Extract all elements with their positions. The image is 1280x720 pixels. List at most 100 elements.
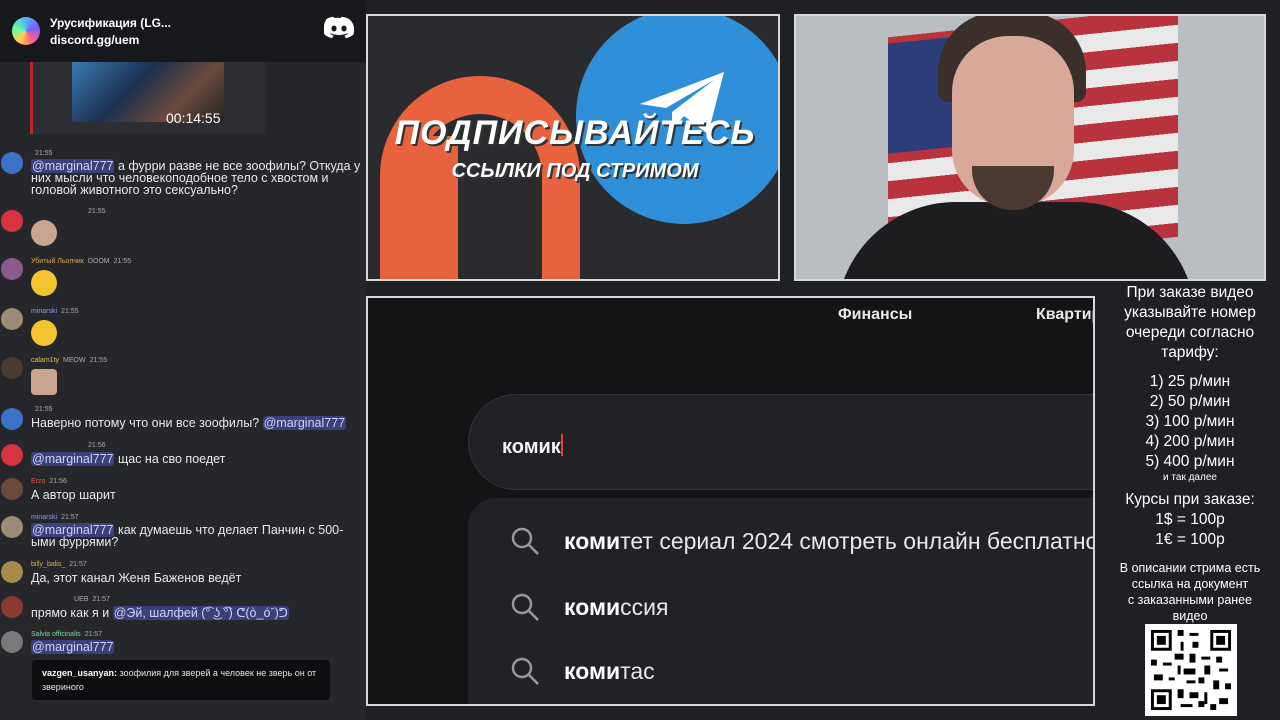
text-caret xyxy=(560,434,563,456)
laughing-emoji xyxy=(31,270,57,296)
clip-timestamp: 00:14:55 xyxy=(166,110,221,126)
order-instructions: При заказе видео указывайте номер очеред… xyxy=(1100,283,1280,363)
tariff-item: 5) 400 р/мин xyxy=(1145,453,1235,470)
chat-time: 21:56 xyxy=(88,442,106,449)
info-line: В описании стрима есть xyxy=(1119,561,1261,575)
order-info-panel: При заказе видео указывайте номер очеред… xyxy=(1100,282,1280,720)
tariff-item: 4) 200 р/мин xyxy=(1145,433,1235,450)
info-line: 1$ = 100р xyxy=(1155,511,1225,528)
tariff-item: 1) 25 р/мин xyxy=(1149,373,1231,390)
chat-username: calam1ty xyxy=(31,357,60,364)
mention[interactable]: @Эй, шалфей (͡° ͜ʖ ͡°) ᕦ(ò_óˇ)ᕤ xyxy=(112,606,289,620)
info-line: 1€ = 100р xyxy=(1155,531,1225,548)
search-icon xyxy=(511,527,539,555)
chat-time: 21:57 xyxy=(61,514,79,521)
avatar xyxy=(1,357,23,379)
info-line: ссылка на документ xyxy=(1131,577,1249,591)
chat-time: 21:57 xyxy=(84,631,103,638)
promo-subtitle: ССЫЛКИ ПОД СТРИМОМ xyxy=(451,160,699,182)
chat-text: А автор шарит xyxy=(31,488,116,502)
avatar xyxy=(1,210,23,232)
tariff-item: 2) 50 р/мин xyxy=(1149,393,1231,410)
chat-text: щас на сво поедет xyxy=(114,452,226,466)
description-note: В описании стрима есть ссылка на докумен… xyxy=(1100,560,1280,624)
chat-time: 21:55 xyxy=(113,258,132,265)
discord-invite-link: discord.gg/uem xyxy=(50,32,140,47)
avatar xyxy=(1,631,23,653)
chat-time: 21:57 xyxy=(69,561,87,568)
laughing-emoji xyxy=(31,320,57,346)
search-icon xyxy=(511,593,539,621)
chat-text: прямо как я и xyxy=(31,606,113,620)
chat-panel: Урусификация (LG... discord.gg/uem 00:14… xyxy=(0,0,366,720)
tariff-item: 3) 100 р/мин xyxy=(1145,413,1235,430)
chat-time: 21:55 xyxy=(89,357,108,364)
chat-username: Salvia officinalis xyxy=(31,631,81,638)
suggestion-match: коми xyxy=(564,593,621,620)
info-line: Курсы при заказе: xyxy=(1125,491,1255,508)
browser-capture: Финансы Квартиры комик комитет сериал 20… xyxy=(366,296,1095,706)
chat-text: Да, этот канал Женя Баженов ведёт xyxy=(31,571,242,585)
chat-time: 21:57 xyxy=(92,596,110,603)
clip-accent-bar xyxy=(30,62,33,134)
suggestion-item[interactable]: комиссия xyxy=(510,592,668,622)
info-line: с заказанными ранее xyxy=(1127,593,1253,607)
chat-time: 21:55 xyxy=(35,406,53,413)
server-icon xyxy=(12,17,40,45)
avatar xyxy=(1,561,23,583)
woman-emoji xyxy=(31,220,57,246)
suggestion-rest: тет сериал 2024 смотреть онлайн бесплатн… xyxy=(620,527,1095,554)
chat-username: Erzo xyxy=(31,478,46,485)
avatar xyxy=(1,516,23,538)
suggestion-item[interactable]: комитас xyxy=(510,656,655,686)
search-input[interactable]: комик xyxy=(502,434,563,459)
chat-time: 21:55 xyxy=(88,208,106,215)
avatar xyxy=(1,408,23,430)
facepalm-emoji xyxy=(31,369,57,395)
tariff-etc: и так далее xyxy=(1163,472,1217,483)
currency-rates: Курсы при заказе: 1$ = 100р 1€ = 100р xyxy=(1100,490,1280,550)
mention[interactable]: @marginal777 xyxy=(31,640,115,654)
qr-code-icon[interactable] xyxy=(1145,624,1237,716)
info-line: При заказе видео xyxy=(1126,284,1254,301)
promo-panel: ПОДПИСЫВАЙТЕСЬ ССЫЛКИ ПОД СТРИМОМ xyxy=(366,14,780,281)
patreon-icon-bar xyxy=(418,136,458,279)
avatar xyxy=(1,444,23,466)
avatar xyxy=(1,596,23,618)
avatar xyxy=(1,258,23,280)
chat-text: Наверно потому что они все зоофилы? xyxy=(31,416,263,430)
mention[interactable]: @marginal777 xyxy=(31,452,115,466)
suggestion-item[interactable]: комитет сериал 2024 смотреть онлайн бесп… xyxy=(510,526,1095,556)
search-icon xyxy=(511,657,539,685)
discord-banner: Урусификация (LG... discord.gg/uem xyxy=(0,0,366,62)
avatar xyxy=(1,308,23,330)
suggestion-match: коми xyxy=(564,657,621,684)
discord-icon xyxy=(324,16,354,39)
server-name: Урусификация (LG... xyxy=(50,15,171,30)
search-query: комик xyxy=(502,436,561,458)
avatar xyxy=(1,152,23,174)
video-clip-preview[interactable]: 00:14:55 xyxy=(30,62,266,134)
avatar xyxy=(1,478,23,500)
suggestion-rest: тас xyxy=(620,657,655,684)
chat-badge: UEB xyxy=(74,596,89,603)
twitch-chat-overlay: vazgen_usanyan: зоофилия для зверей а че… xyxy=(32,660,330,700)
chat-username: Убитый Льопчик xyxy=(31,258,84,265)
chat-time: 21:56 xyxy=(49,478,67,485)
mention[interactable]: @marginal777 xyxy=(262,416,347,430)
tariff-list: 1) 25 р/мин 2) 50 р/мин 3) 100 р/мин 4) … xyxy=(1100,372,1280,472)
chat-time: 21:55 xyxy=(61,308,79,315)
info-line: указывайте номер xyxy=(1124,304,1256,321)
chat-username: minarski xyxy=(31,514,58,521)
info-line: видео xyxy=(1172,609,1208,623)
webcam-panel xyxy=(794,14,1266,281)
twitch-username: vazgen_usanyan: xyxy=(42,668,118,678)
nav-link-apartments[interactable]: Квартиры xyxy=(1036,306,1093,324)
nav-link-finance[interactable]: Финансы xyxy=(838,306,912,324)
chat-username: minarski xyxy=(31,308,58,315)
suggestion-rest: ссия xyxy=(620,593,669,620)
info-line: тарифу: xyxy=(1161,344,1219,361)
chat-badge: MEOW xyxy=(63,357,86,364)
promo-title: ПОДПИСЫВАЙТЕСЬ xyxy=(394,114,756,152)
info-line: очереди согласно xyxy=(1125,324,1255,341)
